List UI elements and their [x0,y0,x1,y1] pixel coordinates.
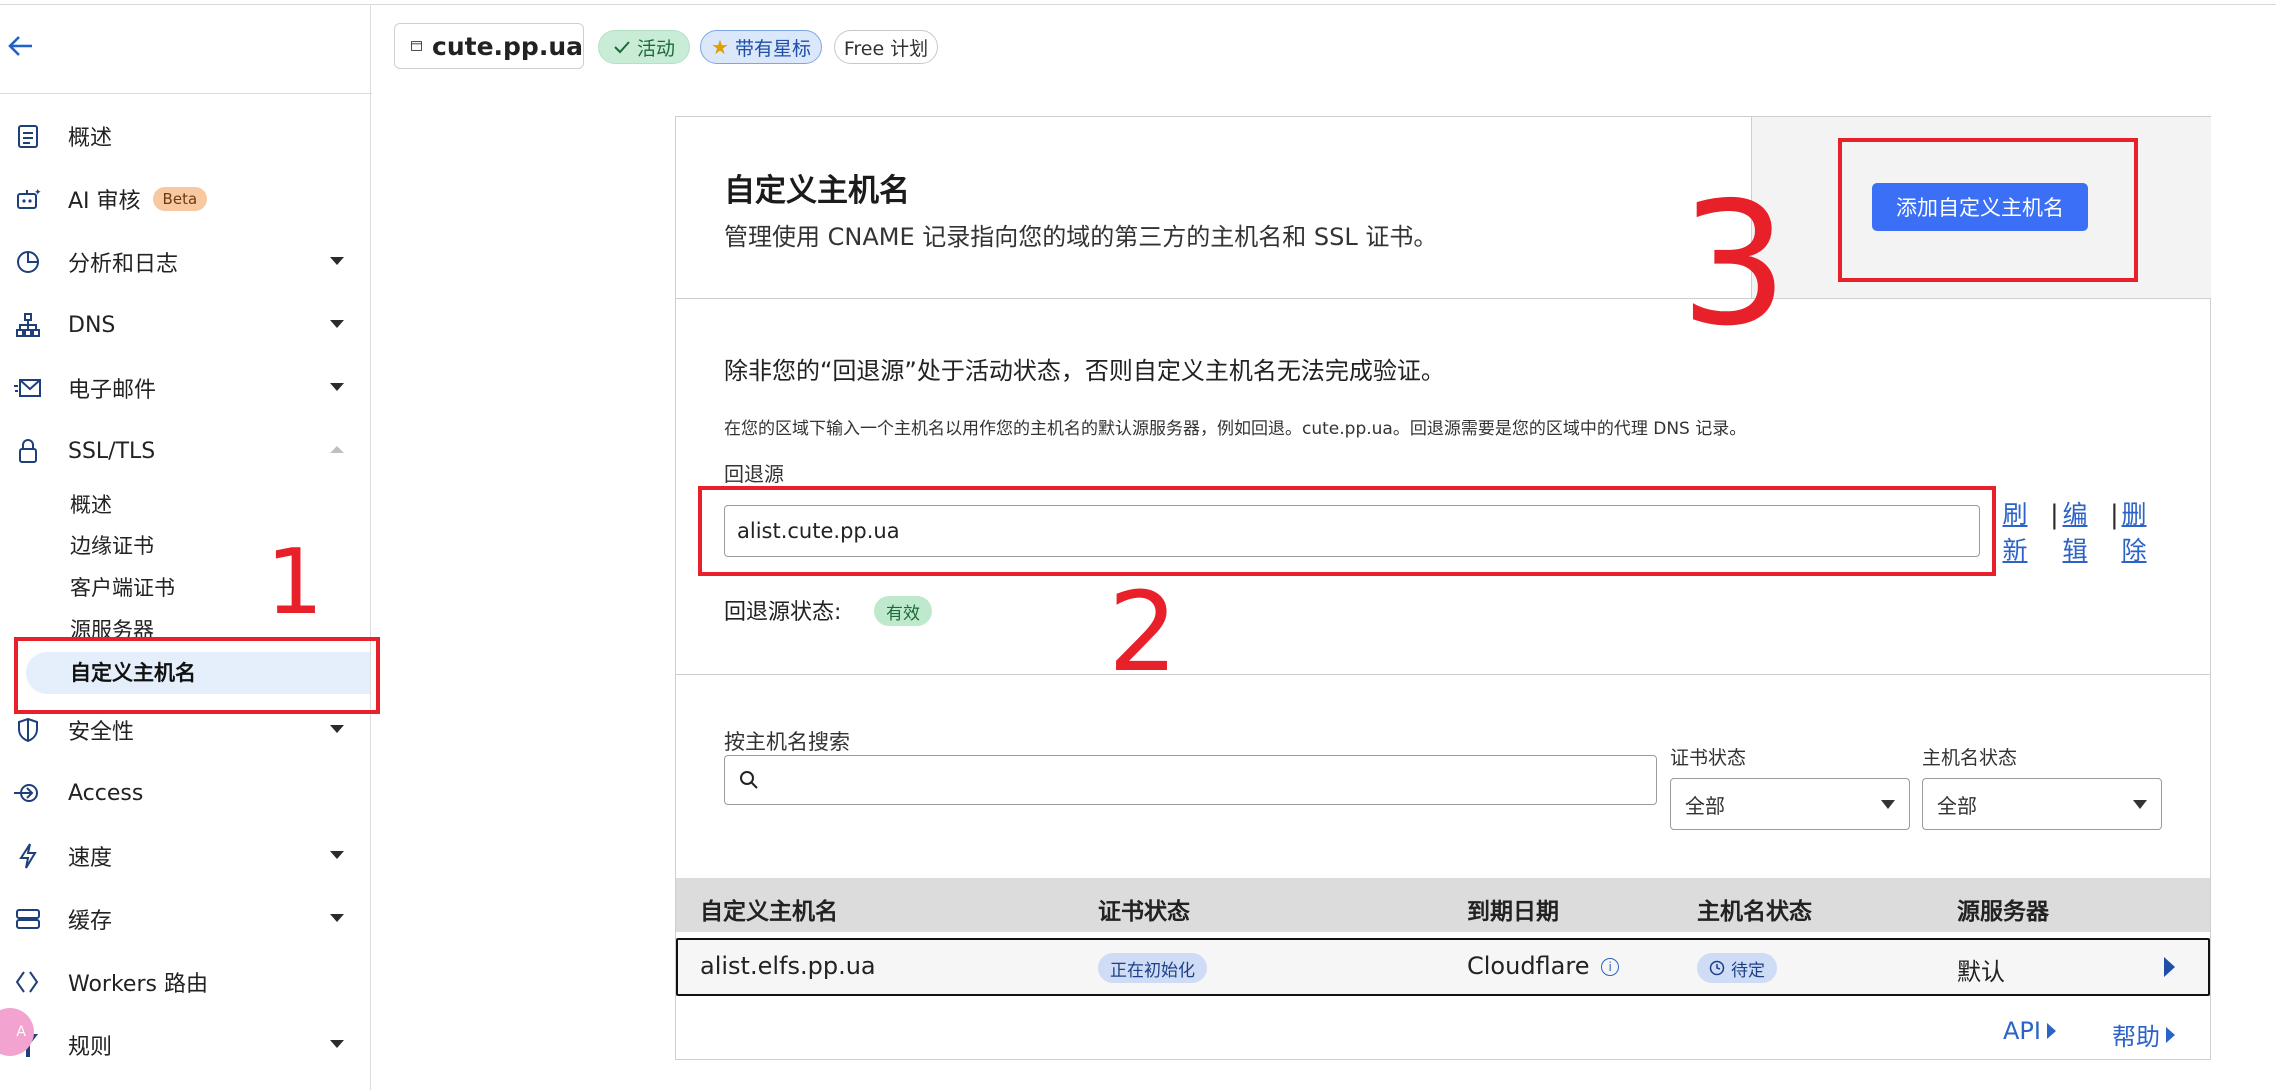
divider [676,298,2210,299]
divider [676,674,2210,675]
annotation-number-2: 2 [1108,568,1178,696]
shield-icon [14,716,42,744]
chevron-down-icon [2133,800,2147,809]
network-icon [14,311,42,339]
chevron-down-icon [1881,800,1895,809]
chevron-down-icon [330,914,344,922]
host-status-select[interactable]: 全部 [1922,778,2162,830]
domain-chip[interactable]: cute.pp.ua [394,23,584,69]
sidebar-item-security[interactable]: 安全性 [0,708,370,752]
column-header[interactable]: 到期日期 [1467,892,1559,926]
status-badge-active: 活动 [598,30,690,64]
link-separator: | [2110,500,2119,530]
search-label: 按主机名搜索 [724,730,850,754]
help-link[interactable]: 帮助 [2112,1017,2175,1052]
cert-status-filter-label: 证书状态 [1670,747,1747,769]
starred-badge[interactable]: ★ 带有星标 [700,30,822,64]
fallback-hint: 在您的区域下输入一个主机名以用作您的主机名的默认源服务器，例如回退。cute.p… [724,419,1747,439]
chart-pie-icon [14,248,42,276]
chevron-right-icon [2046,1023,2056,1039]
chevron-right-icon [2166,1026,2175,1043]
browser-window-icon [411,41,422,51]
cert-status-select[interactable]: 全部 [1670,778,1910,830]
chevron-down-icon [330,257,344,265]
page-title: 自定义主机名 [724,173,910,209]
refresh-link[interactable]: 刷新 [2000,497,2030,569]
sidebar-item-overview[interactable]: 概述 [0,114,370,158]
annotation-number-3: 3 [1680,166,1789,364]
chevron-up-icon [330,446,344,453]
sidebar-item-ssl-tls[interactable]: SSL/TLS [0,429,370,473]
storage-icon [14,905,42,933]
access-icon [14,779,42,807]
fallback-warning: 除非您的“回退源”处于活动状态，否则自定义主机名无法完成验证。 [724,357,1445,385]
chevron-down-icon [330,725,344,733]
sidebar-sub-edge-certs[interactable]: 边缘证书 [70,531,154,561]
sidebar-item-cache[interactable]: 缓存 [0,897,370,941]
sidebar-sub-ssl-overview[interactable]: 概述 [70,490,112,520]
expand-row-icon[interactable] [2164,957,2175,977]
domain-name: cute.pp.ua [432,31,583,61]
workers-icon [14,968,42,996]
chevron-down-icon [330,851,344,859]
clock-icon [1709,960,1725,976]
hostname-cell: alist.elfs.pp.ua [700,952,876,980]
edit-link[interactable]: 编辑 [2060,497,2090,569]
search-input[interactable] [724,755,1657,805]
expiry-cell: Cloudflare i [1467,952,1620,980]
back-arrow-icon[interactable] [6,28,36,64]
column-header[interactable]: 主机名状态 [1697,892,1812,926]
page-subtitle: 管理使用 CNAME 记录指向您的域的第三方的主机名和 SSL 证书。 [724,223,1438,251]
lock-icon [14,437,42,465]
link-separator: | [2050,500,2059,530]
api-link[interactable]: API [2003,1017,2056,1045]
annotation-box-2 [698,486,1996,576]
sidebar-item-rules[interactable]: 规则 [0,1023,370,1067]
column-header[interactable]: 源服务器 [1957,892,2049,926]
cert-status-badge: 正在初始化 [1098,953,1207,983]
sidebar-divider [370,4,371,1090]
beta-badge: Beta [152,187,208,211]
star-icon: ★ [711,35,729,59]
sidebar-item-dns[interactable]: DNS [0,303,370,347]
sidebar-item-analytics[interactable]: 分析和日志 [0,240,370,284]
fallback-status-label: 回退源状态: [724,600,842,625]
sidebar-item-workers-routes[interactable]: Workers 路由 [0,960,370,1004]
svg-text:✦: ✦ [34,188,41,198]
mail-icon [14,374,42,402]
chevron-down-icon [330,320,344,328]
robot-icon: ✦ [14,185,42,213]
annotation-box-1 [14,637,380,714]
top-border [0,0,2276,5]
sidebar-item-ai-audit[interactable]: ✦ AI 审核 Beta [0,177,370,221]
sidebar-item-email[interactable]: 电子邮件 [0,366,370,410]
annotation-number-1: 1 [266,530,324,635]
delete-link[interactable]: 删除 [2119,497,2149,569]
sidebar-header-divider [0,93,372,94]
host-status-filter-label: 主机名状态 [1922,747,2018,769]
check-icon [614,41,630,54]
sidebar-item-speed[interactable]: 速度 [0,834,370,878]
host-status-badge: 待定 [1697,953,1777,983]
plan-badge: Free 计划 [834,30,938,64]
status-badge: 有效 [874,596,932,626]
origin-cell: 默认 [1957,958,2005,986]
chevron-down-icon [330,383,344,391]
column-header[interactable]: 证书状态 [1098,892,1190,926]
clipboard-icon [14,122,42,150]
fallback-origin-label: 回退源 [724,462,784,486]
lightning-icon [14,842,42,870]
annotation-box-3 [1838,138,2138,282]
sidebar-item-access[interactable]: Access [0,771,370,815]
search-icon [740,771,758,789]
sidebar-sub-client-certs[interactable]: 客户端证书 [70,573,175,603]
column-header[interactable]: 自定义主机名 [700,892,838,926]
chevron-down-icon [330,1040,344,1048]
info-icon[interactable]: i [1601,958,1620,976]
